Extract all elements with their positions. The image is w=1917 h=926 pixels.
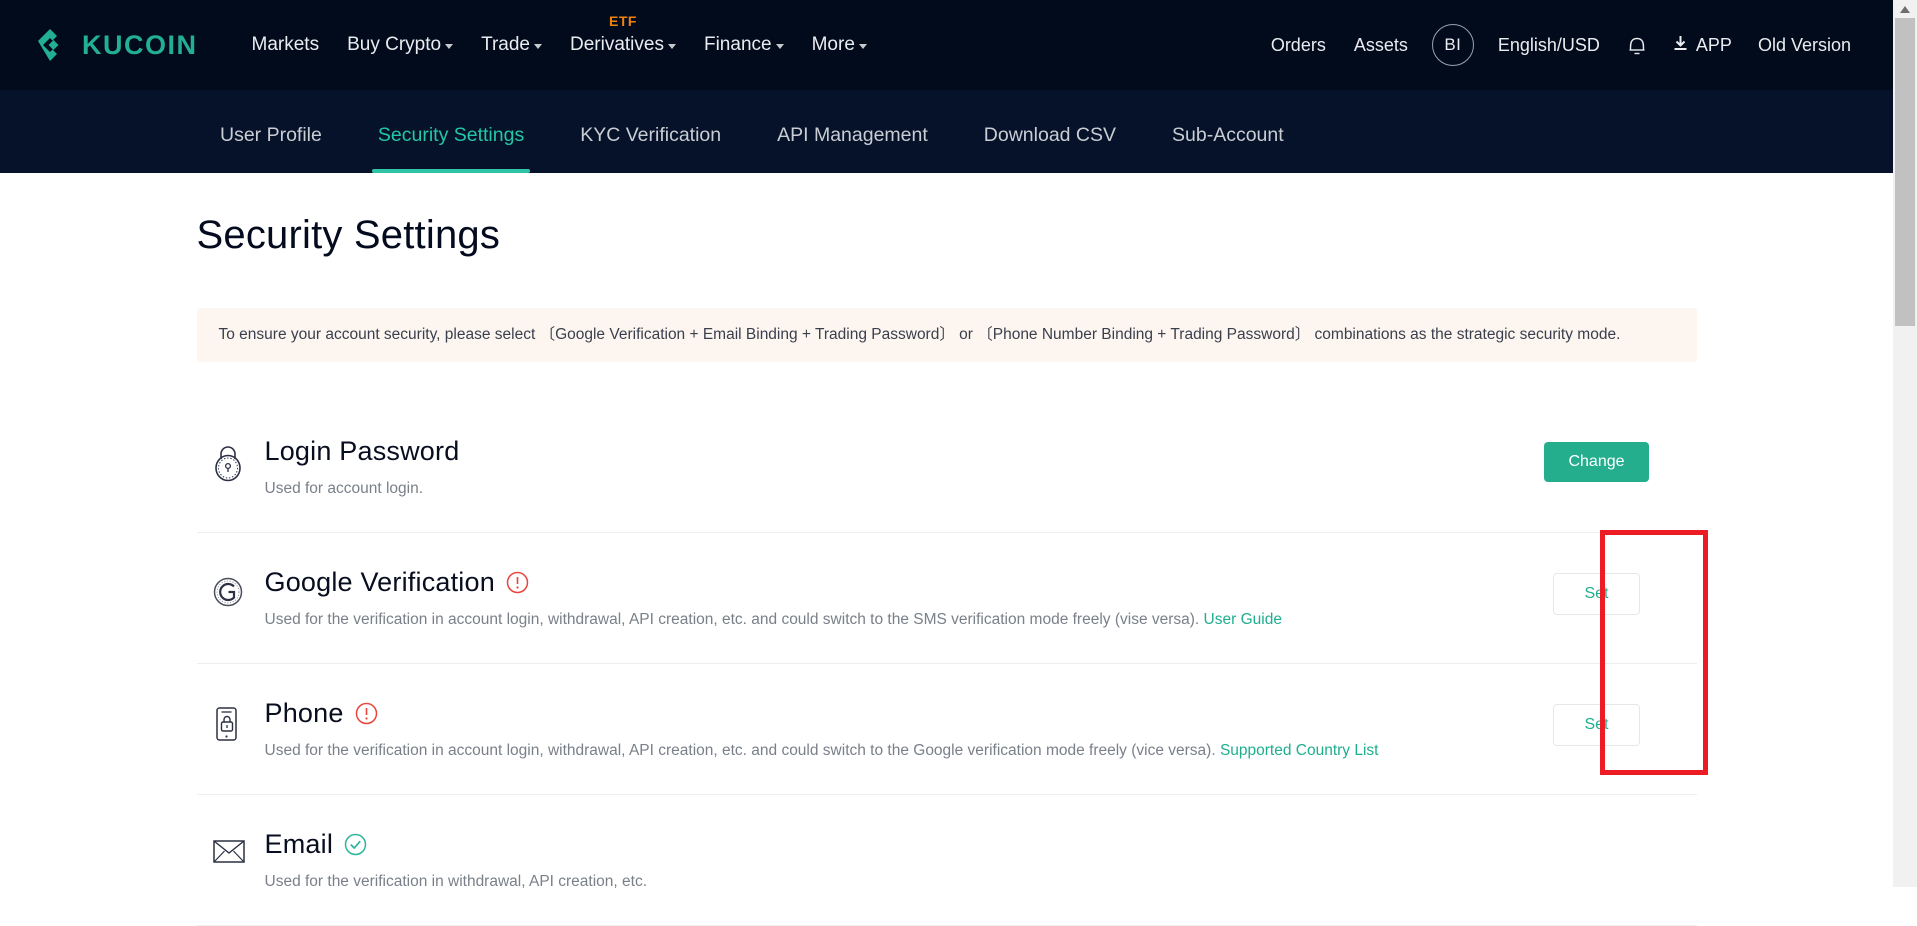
status-badge-warning (506, 571, 529, 594)
app-label: APP (1695, 34, 1732, 55)
row-description-text: Used for the verification in account log… (264, 611, 1204, 628)
assets-link[interactable]: Assets (1340, 35, 1422, 56)
download-app-link[interactable]: APP (1660, 34, 1744, 57)
kucoin-logo[interactable]: KUCOIN (30, 24, 198, 66)
old-version-link[interactable]: Old Version (1744, 35, 1865, 56)
nav-label: Trade (481, 34, 530, 55)
row-title: Phone (265, 698, 1497, 729)
row-action: Set (1497, 698, 1697, 746)
scroll-up-arrow-icon[interactable] (1893, 0, 1917, 18)
supported-country-list-link[interactable]: Supported Country List (1220, 742, 1379, 759)
nav-item-more[interactable]: More (798, 34, 881, 56)
row-description: Used for the verification in withdrawal,… (265, 873, 1497, 891)
orders-link[interactable]: Orders (1257, 35, 1340, 56)
account-subnav: User Profile Security Settings KYC Verif… (0, 90, 1893, 173)
google-g-icon (197, 567, 265, 611)
security-notice-text: To ensure your account security, please … (218, 326, 1621, 344)
status-badge-verified (344, 833, 367, 856)
padlock-icon (197, 436, 265, 482)
envelope-icon (197, 829, 265, 865)
tab-security-settings[interactable]: Security Settings (350, 124, 552, 173)
page-title: Security Settings (196, 213, 501, 257)
chevron-down-icon (445, 44, 454, 49)
set-google-verification-button[interactable]: Set (1553, 573, 1640, 615)
tab-download-csv[interactable]: Download CSV (956, 124, 1144, 173)
row-action (1497, 829, 1697, 835)
row-title-text: Login Password (264, 436, 460, 466)
chevron-down-icon (775, 44, 784, 49)
nav-label: Buy Crypto (347, 34, 442, 55)
row-title-text: Google Verification (264, 567, 495, 597)
tab-user-profile[interactable]: User Profile (198, 124, 350, 173)
chevron-down-icon (667, 44, 676, 49)
row-description-text: Used for account login. (264, 480, 424, 497)
chevron-down-icon (858, 44, 867, 49)
row-description: Used for account login. (265, 480, 1497, 498)
language-currency-selector[interactable]: English/USD (1484, 35, 1614, 56)
set-phone-button[interactable]: Set (1553, 704, 1640, 746)
security-settings-list: Login Password Used for account login. C… (196, 402, 1697, 926)
row-title-text: Phone (264, 698, 344, 728)
row-description-text: Used for the verification in account log… (264, 742, 1220, 759)
nav-label: Markets (251, 34, 320, 55)
row-content: Email Used for the verification in withd… (265, 829, 1497, 891)
notification-bell-icon[interactable] (1614, 33, 1660, 57)
scrollbar-thumb[interactable] (1895, 18, 1915, 326)
row-content: Login Password Used for account login. (265, 436, 1497, 498)
page-body: Security Settings To ensure your account… (0, 173, 1893, 926)
header-right-cluster: Orders Assets BI English/USD APP Old Ver… (1257, 24, 1865, 66)
kucoin-logo-icon (30, 24, 72, 66)
row-action: Change (1497, 436, 1697, 482)
kucoin-logo-text: KUCOIN (82, 29, 198, 60)
row-title: Login Password (265, 436, 1497, 467)
nav-item-markets[interactable]: Markets (238, 34, 334, 56)
phone-lock-icon (197, 698, 265, 744)
row-description: Used for the verification in account log… (265, 742, 1497, 760)
tab-sub-account[interactable]: Sub-Account (1144, 124, 1312, 173)
nav-item-derivatives[interactable]: ETF Derivatives (556, 13, 690, 56)
download-icon (1672, 34, 1689, 57)
chevron-down-icon (534, 44, 542, 49)
row-title: Google Verification (265, 567, 1497, 598)
nav-label: Finance (703, 34, 772, 55)
security-row-phone: Phone Used for the verification in accou… (196, 664, 1697, 795)
row-content: Google Verification Used for the verific… (265, 567, 1497, 629)
security-row-login-password: Login Password Used for account login. C… (196, 402, 1697, 533)
row-content: Phone Used for the verification in accou… (265, 698, 1497, 760)
etf-badge: ETF (609, 13, 637, 29)
avatar[interactable]: BI (1431, 24, 1474, 66)
page-scrollbar[interactable] (1893, 0, 1917, 887)
row-description: Used for the verification in account log… (265, 611, 1497, 629)
nav-label: More (811, 34, 855, 55)
primary-nav: Markets Buy Crypto Trade ETF Derivatives… (238, 13, 881, 56)
security-notice-banner: To ensure your account security, please … (196, 308, 1697, 362)
nav-item-finance[interactable]: Finance (690, 34, 798, 56)
top-header-bar: KUCOIN Markets Buy Crypto Trade ETF Deri… (0, 0, 1893, 90)
row-title: Email (265, 829, 1497, 860)
security-row-email: Email Used for the verification in withd… (196, 795, 1697, 926)
security-row-google-verification: Google Verification Used for the verific… (196, 533, 1697, 664)
row-description-text: Used for the verification in withdrawal,… (264, 873, 648, 890)
nav-item-trade[interactable]: Trade (467, 34, 556, 56)
user-guide-link[interactable]: User Guide (1204, 611, 1282, 628)
tab-api-management[interactable]: API Management (749, 124, 956, 173)
tab-kyc-verification[interactable]: KYC Verification (552, 124, 749, 173)
row-action: Set (1497, 567, 1697, 615)
row-title-text: Email (264, 829, 334, 859)
status-badge-warning (355, 702, 378, 725)
nav-label: Derivatives (570, 34, 664, 55)
nav-item-buy-crypto[interactable]: Buy Crypto (333, 34, 467, 56)
change-password-button[interactable]: Change (1544, 442, 1649, 482)
